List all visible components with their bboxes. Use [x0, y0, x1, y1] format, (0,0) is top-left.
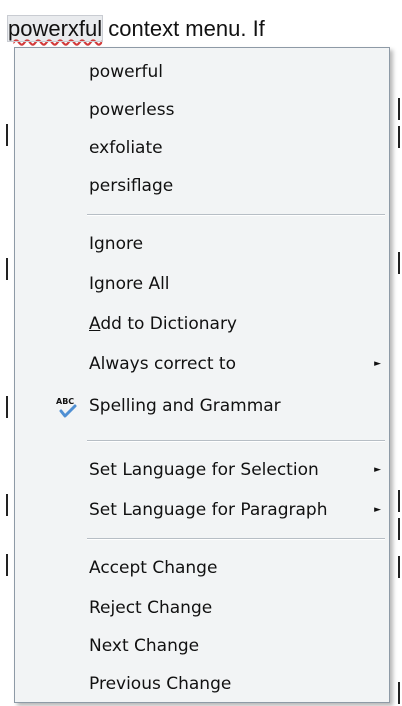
suggestion-exfoliate[interactable]: exfoliate	[15, 130, 389, 166]
menu-item-label: Previous Change	[89, 674, 232, 694]
accept-change-item[interactable]: Accept Change	[15, 550, 389, 586]
menu-item-label: Reject Change	[89, 598, 213, 618]
set-language-paragraph-item[interactable]: Set Language for Paragraph ►	[15, 492, 389, 528]
spelling-abc-icon: ABC	[55, 395, 81, 419]
menu-item-label: powerful	[89, 62, 164, 82]
bg-text-fragment	[6, 494, 14, 516]
add-to-dictionary-item[interactable]: Add to Dictionary	[15, 306, 389, 342]
bg-text-fragment	[392, 98, 400, 120]
submenu-arrow-icon: ►	[374, 465, 381, 475]
accelerator-key: A	[89, 314, 101, 334]
document-text: context menu. If	[102, 16, 265, 41]
bg-text-fragment	[392, 518, 400, 540]
menu-separator	[87, 538, 385, 540]
suggestion-powerful[interactable]: powerful	[15, 54, 389, 90]
bg-text-fragment	[392, 556, 400, 578]
bg-text-fragment	[392, 252, 400, 274]
menu-item-label: Always correct to	[89, 354, 236, 374]
menu-item-label: Spelling and Grammar	[89, 396, 281, 416]
menu-item-label: Ignore	[89, 234, 144, 254]
misspelled-word[interactable]: powerxful	[6, 15, 104, 42]
menu-item-label: Set Language for Paragraph	[89, 500, 328, 520]
reject-change-item[interactable]: Reject Change	[15, 590, 389, 626]
menu-item-label: Set Language for Selection	[89, 460, 319, 480]
menu-separator	[87, 440, 385, 442]
menu-item-label: powerless	[89, 100, 175, 120]
ignore-item[interactable]: Ignore	[15, 226, 389, 262]
bg-text-fragment	[6, 554, 14, 576]
bg-text-fragment	[6, 396, 14, 418]
menu-item-label: Accept Change	[89, 558, 218, 578]
bg-text-fragment	[392, 126, 400, 148]
ignore-all-item[interactable]: Ignore All	[15, 266, 389, 302]
bg-text-fragment	[392, 490, 400, 512]
menu-item-label: persiflage	[89, 176, 174, 196]
menu-separator	[87, 214, 385, 216]
menu-item-label: Next Change	[89, 636, 200, 656]
menu-item-label: Add to Dictionary	[89, 306, 237, 342]
suggestion-powerless[interactable]: powerless	[15, 92, 389, 128]
previous-change-item[interactable]: Previous Change	[15, 666, 389, 702]
bg-text-fragment	[6, 258, 14, 280]
next-change-item[interactable]: Next Change	[15, 628, 389, 664]
set-language-selection-item[interactable]: Set Language for Selection ►	[15, 452, 389, 488]
spelling-icon-text: ABC	[56, 397, 74, 406]
bg-text-fragment	[392, 682, 400, 704]
bg-text-fragment	[6, 124, 14, 146]
suggestion-persiflage[interactable]: persiflage	[15, 168, 389, 204]
spelling-and-grammar-item[interactable]: ABC Spelling and Grammar	[15, 388, 389, 424]
spelling-context-menu: powerful powerless exfoliate persiflage …	[14, 47, 390, 703]
always-correct-to-item[interactable]: Always correct to ►	[15, 346, 389, 382]
submenu-arrow-icon: ►	[374, 359, 381, 369]
submenu-arrow-icon: ►	[374, 505, 381, 515]
menu-item-label: exfoliate	[89, 138, 163, 158]
document-text-line: powerxful context menu. If	[6, 15, 265, 42]
menu-item-label-rest: dd to Dictionary	[100, 314, 237, 334]
menu-item-label: Ignore All	[89, 274, 170, 294]
